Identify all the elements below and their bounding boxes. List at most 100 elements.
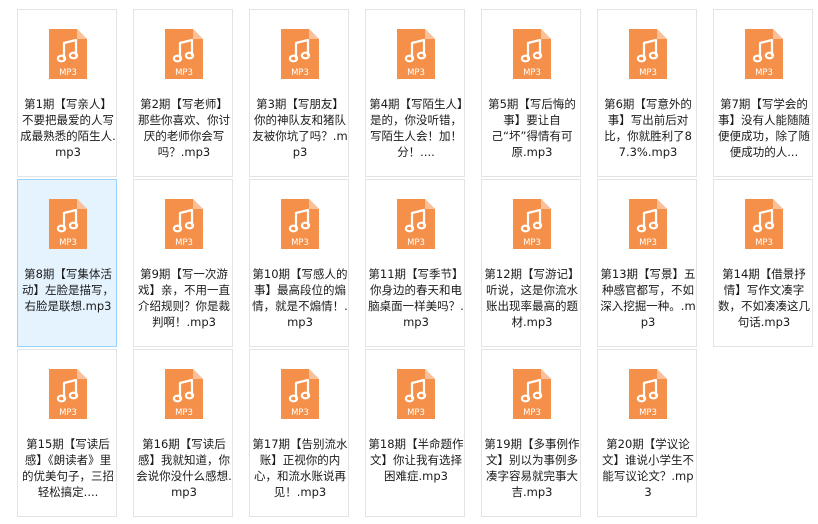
file-icon: MP3 [280, 28, 320, 80]
file-name: 第17期【告别流水账】正视你的内心，和流水账说再见！.mp3 [252, 437, 348, 499]
mp3-file-icon: MP3 [49, 369, 87, 419]
file-item[interactable]: MP3 第6期【写意外的事】写出前后对比，你就胜利了87.3%.mp3 [597, 9, 697, 177]
svg-text:MP3: MP3 [639, 238, 657, 248]
file-icon: MP3 [280, 368, 320, 420]
mp3-file-icon: MP3 [745, 29, 783, 79]
svg-text:MP3: MP3 [407, 68, 425, 78]
svg-text:MP3: MP3 [523, 238, 541, 248]
file-icon: MP3 [48, 198, 88, 250]
file-name: 第12期【写游记】听说，这是你流水账出现率最高的题材.mp3 [484, 267, 580, 329]
file-name: 第3期【写朋友】你的神队友和猪队友被你坑了吗？.mp3 [252, 97, 348, 159]
mp3-file-icon: MP3 [629, 199, 667, 249]
file-name: 第13期【写景】五种感官都写，不如深入挖掘一种。.mp3 [600, 267, 696, 329]
mp3-file-icon: MP3 [397, 369, 435, 419]
file-icon: MP3 [744, 28, 784, 80]
file-icon: MP3 [512, 198, 552, 250]
file-item[interactable]: MP3 第2期【写老师】那些你喜欢、你讨厌的老师你会写吗？.mp3 [133, 9, 233, 177]
file-item[interactable]: MP3 第7期【写学会的事】没有人能随随便便成功，除了随便成功的人... [713, 9, 813, 177]
mp3-file-icon: MP3 [397, 29, 435, 79]
file-name: 第18期【半命题作文】你让我有选择困难症.mp3 [368, 437, 464, 483]
mp3-file-icon: MP3 [165, 199, 203, 249]
file-name: 第16期【写读后感】我就知道，你会说你没什么感想.mp3 [136, 437, 232, 499]
mp3-file-icon: MP3 [513, 29, 551, 79]
file-icon: MP3 [396, 198, 436, 250]
mp3-file-icon: MP3 [513, 199, 551, 249]
svg-text:MP3: MP3 [291, 238, 309, 248]
mp3-file-icon: MP3 [49, 29, 87, 79]
svg-text:MP3: MP3 [175, 238, 193, 248]
file-name: 第20期【学议论文】谁说小学生不能写议论文？.mp3 [602, 437, 694, 499]
file-icon: MP3 [164, 368, 204, 420]
mp3-file-icon: MP3 [281, 369, 319, 419]
svg-text:MP3: MP3 [639, 408, 657, 418]
file-item[interactable]: MP3 第9期【写一次游戏】亲，不用一直介绍规则？你是裁判啊！.mp3 [133, 179, 233, 347]
file-item[interactable]: MP3 第20期【学议论文】谁说小学生不能写议论文？.mp3 [597, 349, 697, 517]
file-name: 第11期【写季节】你身边的春天和电脑桌面一样美吗？.mp3 [368, 267, 464, 329]
file-icon: MP3 [280, 198, 320, 250]
mp3-file-icon: MP3 [629, 29, 667, 79]
svg-text:MP3: MP3 [407, 238, 425, 248]
file-item[interactable]: MP3 第1期【写亲人】不要把最爱的人写成最熟悉的陌生人.mp3 [17, 9, 117, 177]
file-name: 第5期【写后悔的事】要让自己“坏”得情有可原.mp3 [488, 97, 576, 159]
file-name: 第1期【写亲人】不要把最爱的人写成最熟悉的陌生人.mp3 [20, 97, 116, 159]
file-name: 第8期【写集体活动】左脸是描写，右脸是联想.mp3 [22, 267, 114, 313]
file-item[interactable]: MP3 第12期【写游记】听说，这是你流水账出现率最高的题材.mp3 [481, 179, 581, 347]
file-icon: MP3 [164, 28, 204, 80]
file-name: 第7期【写学会的事】没有人能随随便便成功，除了随便成功的人... [718, 97, 810, 159]
file-name: 第4期【写陌生人】是的，你没听错，写陌生人会！加！分！.... [369, 97, 463, 159]
svg-text:MP3: MP3 [291, 68, 309, 78]
file-item[interactable]: MP3 第17期【告别流水账】正视你的内心，和流水账说再见！.mp3 [249, 349, 349, 517]
mp3-file-icon: MP3 [281, 29, 319, 79]
svg-text:MP3: MP3 [59, 238, 77, 248]
file-item[interactable]: MP3 第14期【借景抒情】写作文凑字数，不如凑凑这几句话.mp3 [713, 179, 813, 347]
file-item[interactable]: MP3 第8期【写集体活动】左脸是描写，右脸是联想.mp3 [17, 179, 117, 347]
file-name: 第15期【写读后感】《朗读者》里的优美句子，三招轻松搞定.... [22, 437, 114, 499]
file-icon: MP3 [744, 198, 784, 250]
file-item[interactable]: MP3 第15期【写读后感】《朗读者》里的优美句子，三招轻松搞定.... [17, 349, 117, 517]
file-icon: MP3 [48, 28, 88, 80]
svg-text:MP3: MP3 [175, 408, 193, 418]
file-item[interactable]: MP3 第19期【多事例作文】别以为事例多凑字容易就完事大吉.mp3 [481, 349, 581, 517]
file-icon: MP3 [396, 368, 436, 420]
file-name: 第9期【写一次游戏】亲，不用一直介绍规则？你是裁判啊！.mp3 [138, 267, 230, 329]
file-icon: MP3 [396, 28, 436, 80]
file-item[interactable]: MP3 第5期【写后悔的事】要让自己“坏”得情有可原.mp3 [481, 9, 581, 177]
file-icon: MP3 [628, 368, 668, 420]
file-name: 第10期【写感人的事】最高段位的煽情，就是不煽情！.mp3 [252, 267, 348, 329]
file-item[interactable]: MP3 第11期【写季节】你身边的春天和电脑桌面一样美吗？.mp3 [365, 179, 465, 347]
svg-text:MP3: MP3 [755, 68, 773, 78]
file-icon: MP3 [628, 198, 668, 250]
file-name: 第6期【写意外的事】写出前后对比，你就胜利了87.3%.mp3 [604, 97, 692, 159]
file-name: 第2期【写老师】那些你喜欢、你讨厌的老师你会写吗？.mp3 [138, 97, 230, 159]
svg-text:MP3: MP3 [59, 408, 77, 418]
svg-text:MP3: MP3 [639, 68, 657, 78]
mp3-file-icon: MP3 [281, 199, 319, 249]
file-grid: MP3 第1期【写亲人】不要把最爱的人写成最熟悉的陌生人.mp3 MP3 第2期… [0, 0, 818, 524]
svg-text:MP3: MP3 [407, 408, 425, 418]
file-icon: MP3 [164, 198, 204, 250]
svg-text:MP3: MP3 [291, 408, 309, 418]
mp3-file-icon: MP3 [165, 29, 203, 79]
svg-text:MP3: MP3 [523, 408, 541, 418]
mp3-file-icon: MP3 [49, 199, 87, 249]
mp3-file-icon: MP3 [513, 369, 551, 419]
file-item[interactable]: MP3 第18期【半命题作文】你让我有选择困难症.mp3 [365, 349, 465, 517]
mp3-file-icon: MP3 [165, 369, 203, 419]
file-icon: MP3 [48, 368, 88, 420]
mp3-file-icon: MP3 [629, 369, 667, 419]
file-icon: MP3 [628, 28, 668, 80]
file-item[interactable]: MP3 第13期【写景】五种感官都写，不如深入挖掘一种。.mp3 [597, 179, 697, 347]
file-item[interactable]: MP3 第3期【写朋友】你的神队友和猪队友被你坑了吗？.mp3 [249, 9, 349, 177]
svg-text:MP3: MP3 [175, 68, 193, 78]
file-name: 第19期【多事例作文】别以为事例多凑字容易就完事大吉.mp3 [484, 437, 580, 499]
svg-text:MP3: MP3 [59, 68, 77, 78]
file-icon: MP3 [512, 368, 552, 420]
mp3-file-icon: MP3 [397, 199, 435, 249]
file-name: 第14期【借景抒情】写作文凑字数，不如凑凑这几句话.mp3 [718, 267, 810, 329]
file-item[interactable]: MP3 第10期【写感人的事】最高段位的煽情，就是不煽情！.mp3 [249, 179, 349, 347]
mp3-file-icon: MP3 [745, 199, 783, 249]
svg-text:MP3: MP3 [523, 68, 541, 78]
file-icon: MP3 [512, 28, 552, 80]
file-item[interactable]: MP3 第16期【写读后感】我就知道，你会说你没什么感想.mp3 [133, 349, 233, 517]
file-item[interactable]: MP3 第4期【写陌生人】是的，你没听错，写陌生人会！加！分！.... [365, 9, 465, 177]
